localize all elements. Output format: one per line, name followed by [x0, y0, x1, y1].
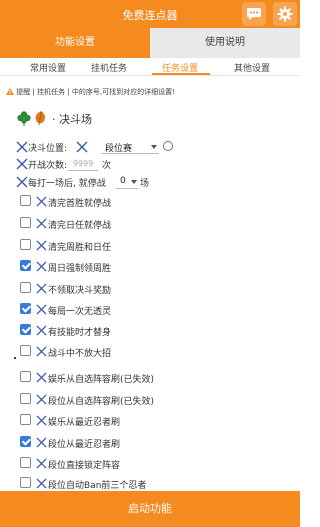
option-checkbox[interactable]	[20, 239, 31, 250]
clover-icon	[17, 111, 31, 126]
chat-bubble-icon	[247, 8, 261, 20]
chevron-down-icon	[151, 145, 157, 149]
option-label: 段位直接锁定阵容	[48, 461, 121, 471]
option-item[interactable]: 不领取决斗奖励	[0, 282, 300, 296]
option-label: 每局一次无透灵	[48, 307, 112, 317]
option-item[interactable]: 清完日任就停战	[0, 217, 300, 231]
open-count-row: 开战次数: 9999 次	[16, 158, 136, 172]
option-label: 清完日任就停战	[48, 221, 112, 231]
x-mark-icon	[36, 372, 47, 383]
tab-function-settings[interactable]: 功能设置	[0, 28, 150, 58]
chevron-down-icon	[131, 180, 137, 184]
option-checkbox[interactable]	[20, 260, 31, 271]
x-mark-icon	[36, 283, 47, 294]
option-checkbox[interactable]	[20, 303, 31, 314]
option-item[interactable]: 有技能时才替身	[0, 324, 300, 338]
notice-banner: 提醒 | 挂机任务 | 中的序号,可找到对应的详细设置!	[6, 87, 175, 97]
option-checkbox[interactable]	[20, 477, 31, 488]
option-checkbox[interactable]	[20, 457, 31, 468]
stop-after-select[interactable]: 0	[116, 175, 138, 189]
sub-tabs: 常用设置 挂机任务 任务设置 其他设置	[0, 58, 300, 76]
x-mark-icon	[36, 437, 47, 448]
option-label: 战斗中不放大招	[48, 349, 112, 359]
option-label: 有技能时才替身	[48, 328, 112, 338]
stop-after-unit: 场	[140, 179, 150, 189]
x-mark-icon	[36, 415, 47, 426]
option-label: 娱乐从最近忍者刷	[48, 418, 121, 428]
option-checkbox[interactable]	[20, 324, 31, 335]
stop-after-row: 每打一场后, 就停战 0 场	[16, 175, 150, 190]
option-label: 清完首胜就停战	[48, 199, 112, 209]
x-mark-icon	[36, 394, 47, 405]
x-mark-icon	[36, 196, 47, 207]
option-checkbox[interactable]	[20, 195, 31, 206]
option-label: 段位从最近忍者刷	[48, 440, 121, 450]
start-function-button[interactable]: 启动功能	[0, 491, 300, 527]
chat-button[interactable]	[242, 2, 266, 26]
option-label: 段位自动Ban前三个忍者	[48, 481, 147, 491]
duel-position-label: 决斗位置:	[28, 144, 68, 154]
x-mark-icon	[36, 458, 47, 469]
subtab-other-settings[interactable]: 其他设置	[234, 61, 270, 74]
subtab-common-settings[interactable]: 常用设置	[30, 61, 66, 74]
x-mark-icon	[36, 478, 47, 489]
option-item[interactable]: 娱乐从自选阵容刷(已失效)	[0, 371, 300, 385]
x-mark-icon	[36, 261, 47, 272]
x-mark-icon	[16, 176, 28, 188]
section-title: · 决斗场	[52, 113, 92, 126]
option-checkbox[interactable]	[20, 371, 31, 382]
open-count-label: 开战次数:	[28, 161, 68, 171]
active-subtab-indicator	[152, 73, 210, 75]
warning-icon	[6, 88, 14, 95]
option-item[interactable]: 战斗中不放大招	[0, 345, 300, 359]
option-item[interactable]: 周日强制领周胜	[0, 260, 300, 274]
x-mark-icon	[36, 218, 47, 229]
duel-position-select[interactable]: 段位赛	[101, 140, 159, 154]
title-bar: 免费连点器	[0, 0, 300, 28]
option-label: 段位从自选阵容刷(已失效)	[48, 397, 155, 407]
x-mark-icon	[36, 304, 47, 315]
option-label: 周日强制领周胜	[48, 264, 112, 274]
separator-dot	[14, 357, 16, 359]
x-mark-icon	[36, 325, 47, 336]
option-label: 不领取决斗奖励	[48, 286, 112, 296]
option-checkbox[interactable]	[20, 345, 31, 356]
subtab-idle-tasks[interactable]: 挂机任务	[91, 61, 127, 74]
option-checkbox[interactable]	[20, 282, 31, 293]
x-mark-icon	[76, 141, 88, 153]
x-mark-icon	[16, 141, 28, 153]
option-item[interactable]: 段位自动Ban前三个忍者	[0, 477, 300, 491]
open-count-unit: 次	[102, 161, 112, 171]
option-item[interactable]: 段位直接锁定阵容	[0, 457, 300, 471]
option-label: 清完周胜和日任	[48, 243, 112, 253]
option-item[interactable]: 清完周胜和日任	[0, 239, 300, 253]
tab-usage-instructions[interactable]: 使用说明	[150, 28, 300, 58]
duel-position-row: 决斗位置: 段位赛	[16, 141, 196, 155]
option-item[interactable]: 每局一次无透灵	[0, 303, 300, 317]
option-item[interactable]: 娱乐从最近忍者刷	[0, 414, 300, 428]
leaf-icon	[35, 111, 45, 126]
x-mark-icon	[36, 346, 47, 357]
option-item[interactable]: 清完首胜就停战	[0, 195, 300, 209]
option-checkbox[interactable]	[20, 217, 31, 228]
option-checkbox[interactable]	[20, 436, 31, 447]
option-checkbox[interactable]	[20, 414, 31, 425]
stop-after-label: 每打一场后, 就停战	[28, 179, 106, 189]
settings-button[interactable]	[273, 2, 297, 26]
stop-after-value: 0	[120, 176, 126, 186]
help-circle-icon[interactable]	[163, 141, 173, 151]
option-item[interactable]: 段位从自选阵容刷(已失效)	[0, 393, 300, 407]
x-mark-icon	[16, 158, 28, 170]
gear-icon	[277, 6, 293, 22]
open-count-input[interactable]: 9999	[68, 159, 98, 171]
duel-position-value: 段位赛	[105, 144, 133, 154]
option-checkbox[interactable]	[20, 393, 31, 404]
option-item[interactable]: 段位从最近忍者刷	[0, 436, 300, 450]
main-tabs: 功能设置 使用说明	[0, 28, 300, 58]
notice-text: 提醒 | 挂机任务 | 中的序号,可找到对应的详细设置!	[16, 88, 175, 96]
x-mark-icon	[36, 240, 47, 251]
option-label: 娱乐从自选阵容刷(已失效)	[48, 375, 155, 385]
